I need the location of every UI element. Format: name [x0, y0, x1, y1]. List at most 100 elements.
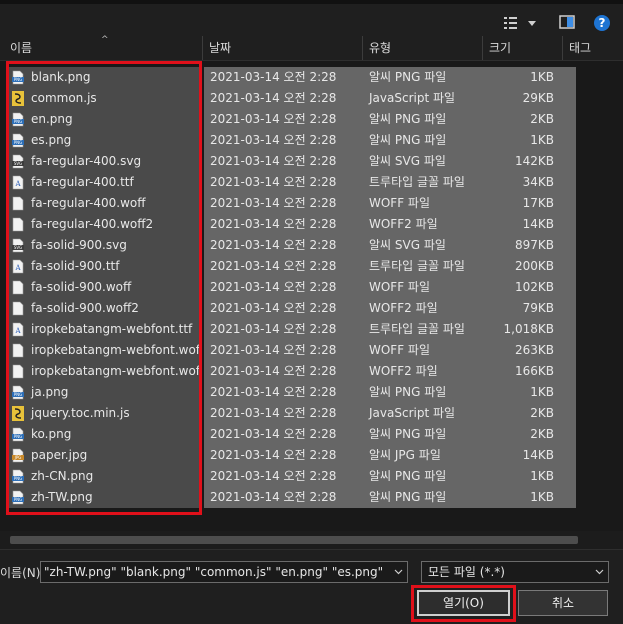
file-row[interactable]: PNG blank.png 2021-03-14 오전 2:28 알씨 PNG 파일 1… — [0, 67, 623, 88]
file-row[interactable]: Airopkebatangm-webfont.ttf 2021-03-14 오전 … — [0, 319, 623, 340]
file-date: 2021-03-14 오전 2:28 — [210, 112, 337, 126]
file-details-cell[interactable]: 2021-03-14 오전 2:28 알씨 PNG 파일 2KB — [204, 424, 576, 445]
file-row[interactable]: PNG ko.png 2021-03-14 오전 2:28 알씨 PNG 파일 2KB — [0, 424, 623, 445]
help-icon[interactable]: ? — [593, 14, 611, 32]
file-name-cell[interactable]: PNG blank.png — [8, 67, 200, 88]
file-details-cell[interactable]: 2021-03-14 오전 2:28 알씨 SVG 파일 142KB — [204, 151, 576, 172]
svg-icon: SVG — [12, 154, 24, 169]
file-row[interactable]: Afa-solid-900.ttf 2021-03-14 오전 2:28 트루타입 … — [0, 256, 623, 277]
file-name-cell[interactable]: iropkebatangm-webfont.woff — [8, 340, 200, 361]
column-tags-header[interactable]: 태그 — [562, 36, 623, 60]
file-row[interactable]: SVG fa-solid-900.svg 2021-03-14 오전 2:28 알씨 … — [0, 235, 623, 256]
file-row[interactable]: iropkebatangm-webfont.woff2 2021-03-14 오전… — [0, 361, 623, 382]
file-date: 2021-03-14 오전 2:28 — [210, 343, 337, 357]
file-name-cell[interactable]: common.js — [8, 88, 200, 109]
file-details-cell[interactable]: 2021-03-14 오전 2:28 알씨 PNG 파일 1KB — [204, 466, 576, 487]
file-row[interactable]: PNG ja.png 2021-03-14 오전 2:28 알씨 PNG 파일 1KB — [0, 382, 623, 403]
file-name-cell[interactable]: PNG ja.png — [8, 382, 200, 403]
file-name-cell[interactable]: Afa-regular-400.ttf — [8, 172, 200, 193]
file-details-cell[interactable]: 2021-03-14 오전 2:28 트루타입 글꼴 파일 34KB — [204, 172, 576, 193]
file-details-cell[interactable]: 2021-03-14 오전 2:28 JavaScript 파일 29KB — [204, 88, 576, 109]
scrollbar-thumb[interactable] — [10, 536, 578, 544]
file-details-cell[interactable]: 2021-03-14 오전 2:28 WOFF 파일 17KB — [204, 193, 576, 214]
filetype-select[interactable]: 모든 파일 (*.*) — [421, 561, 609, 583]
file-row[interactable]: Afa-regular-400.ttf 2021-03-14 오전 2:28 트루타… — [0, 172, 623, 193]
file-name-cell[interactable]: PNG ko.png — [8, 424, 200, 445]
file-row[interactable]: common.js 2021-03-14 오전 2:28 JavaScript 파일… — [0, 88, 623, 109]
file-row[interactable]: SVG fa-regular-400.svg 2021-03-14 오전 2:28 알… — [0, 151, 623, 172]
file-name-cell[interactable]: JPG paper.jpg — [8, 445, 200, 466]
file-row[interactable]: iropkebatangm-webfont.woff 2021-03-14 오전 … — [0, 340, 623, 361]
file-details-cell[interactable]: 2021-03-14 오전 2:28 알씨 JPG 파일 14KB — [204, 445, 576, 466]
horizontal-scrollbar[interactable] — [0, 531, 623, 549]
view-options-icon[interactable] — [503, 13, 543, 33]
file-row[interactable]: jquery.toc.min.js 2021-03-14 오전 2:28 JavaS… — [0, 403, 623, 424]
file-details-cell[interactable]: 2021-03-14 오전 2:28 알씨 SVG 파일 897KB — [204, 235, 576, 256]
file-details-cell[interactable]: 2021-03-14 오전 2:28 WOFF 파일 263KB — [204, 340, 576, 361]
file-name-cell[interactable]: fa-regular-400.woff2 — [8, 214, 200, 235]
file-details-cell[interactable]: 2021-03-14 오전 2:28 WOFF 파일 102KB — [204, 277, 576, 298]
file-row[interactable]: fa-regular-400.woff2 2021-03-14 오전 2:28 WO… — [0, 214, 623, 235]
svg-text:PNG: PNG — [14, 434, 23, 439]
file-list[interactable]: PNG blank.png 2021-03-14 오전 2:28 알씨 PNG 파일 1… — [0, 61, 623, 539]
file-details-cell[interactable]: 2021-03-14 오전 2:28 WOFF2 파일 79KB — [204, 298, 576, 319]
file-name: fa-solid-900.svg — [31, 238, 127, 252]
file-name-cell[interactable]: PNG zh-TW.png — [8, 487, 200, 508]
file-name: blank.png — [31, 70, 91, 84]
filename-input[interactable]: "zh-TW.png" "blank.png" "common.js" "en.… — [40, 561, 408, 583]
file-name-cell[interactable]: PNG en.png — [8, 109, 200, 130]
file-name-cell[interactable]: fa-solid-900.woff2 — [8, 298, 200, 319]
column-date-header[interactable]: 날짜 — [202, 36, 362, 60]
column-date-label: 날짜 — [209, 41, 232, 55]
file-details-cell[interactable]: 2021-03-14 오전 2:28 트루타입 글꼴 파일 1,018KB — [204, 319, 576, 340]
file-type: 알씨 PNG 파일 — [369, 70, 447, 84]
file-name-cell[interactable]: SVG fa-solid-900.svg — [8, 235, 200, 256]
svg-text:PNG: PNG — [14, 119, 23, 124]
file-name-cell[interactable]: fa-regular-400.woff — [8, 193, 200, 214]
column-type-header[interactable]: 유형 — [362, 36, 482, 60]
file-row[interactable]: PNG es.png 2021-03-14 오전 2:28 알씨 PNG 파일 1KB — [0, 130, 623, 151]
open-button[interactable]: 열기(O) — [417, 590, 510, 616]
file-name-cell[interactable]: Afa-solid-900.ttf — [8, 256, 200, 277]
file-name-cell[interactable]: PNG es.png — [8, 130, 200, 151]
chevron-down-icon[interactable] — [394, 567, 403, 576]
file-row[interactable]: PNG en.png 2021-03-14 오전 2:28 알씨 PNG 파일 2KB — [0, 109, 623, 130]
file-details-cell[interactable]: 2021-03-14 오전 2:28 WOFF2 파일 166KB — [204, 361, 576, 382]
column-name-label: 이름 — [10, 41, 33, 55]
file-name-cell[interactable]: PNG zh-CN.png — [8, 466, 200, 487]
file-details-cell[interactable]: 2021-03-14 오전 2:28 JavaScript 파일 2KB — [204, 403, 576, 424]
svg-text:A: A — [14, 264, 21, 272]
file-date: 2021-03-14 오전 2:28 — [210, 364, 337, 378]
column-size-header[interactable]: 크기 — [482, 36, 562, 60]
file-row[interactable]: PNG zh-TW.png 2021-03-14 오전 2:28 알씨 PNG 파일 1… — [0, 487, 623, 508]
file-name-cell[interactable]: fa-solid-900.woff — [8, 277, 200, 298]
file-type: WOFF2 파일 — [369, 217, 438, 231]
file-name-cell[interactable]: Airopkebatangm-webfont.ttf — [8, 319, 200, 340]
file-row[interactable]: fa-regular-400.woff 2021-03-14 오전 2:28 WOF… — [0, 193, 623, 214]
file-name: ja.png — [31, 385, 69, 399]
svg-text:A: A — [14, 180, 21, 188]
file-details-cell[interactable]: 2021-03-14 오전 2:28 알씨 PNG 파일 2KB — [204, 109, 576, 130]
file-row[interactable]: JPG paper.jpg 2021-03-14 오전 2:28 알씨 JPG 파일 1… — [0, 445, 623, 466]
file-size: 1KB — [530, 70, 554, 84]
file-date: 2021-03-14 오전 2:28 — [210, 154, 337, 168]
file-name: iropkebatangm-webfont.ttf — [31, 322, 193, 336]
file-type: WOFF 파일 — [369, 280, 431, 294]
file-details-cell[interactable]: 2021-03-14 오전 2:28 알씨 PNG 파일 1KB — [204, 382, 576, 403]
file-name-cell[interactable]: jquery.toc.min.js — [8, 403, 200, 424]
file-type: 알씨 PNG 파일 — [369, 469, 447, 483]
file-row[interactable]: fa-solid-900.woff 2021-03-14 오전 2:28 WOFF … — [0, 277, 623, 298]
file-name-cell[interactable]: iropkebatangm-webfont.woff2 — [8, 361, 200, 382]
column-name-header[interactable]: 이름 ^ — [4, 35, 202, 60]
file-details-cell[interactable]: 2021-03-14 오전 2:28 알씨 PNG 파일 1KB — [204, 67, 576, 88]
file-row[interactable]: fa-solid-900.woff2 2021-03-14 오전 2:28 WOFF… — [0, 298, 623, 319]
file-details-cell[interactable]: 2021-03-14 오전 2:28 알씨 PNG 파일 1KB — [204, 487, 576, 508]
file-type: JavaScript 파일 — [369, 406, 456, 420]
file-details-cell[interactable]: 2021-03-14 오전 2:28 알씨 PNG 파일 1KB — [204, 130, 576, 151]
cancel-button[interactable]: 취소 — [518, 590, 608, 616]
file-name-cell[interactable]: SVG fa-regular-400.svg — [8, 151, 200, 172]
file-details-cell[interactable]: 2021-03-14 오전 2:28 WOFF2 파일 14KB — [204, 214, 576, 235]
file-row[interactable]: PNG zh-CN.png 2021-03-14 오전 2:28 알씨 PNG 파일 1… — [0, 466, 623, 487]
preview-pane-icon[interactable] — [559, 14, 575, 30]
file-details-cell[interactable]: 2021-03-14 오전 2:28 트루타입 글꼴 파일 200KB — [204, 256, 576, 277]
